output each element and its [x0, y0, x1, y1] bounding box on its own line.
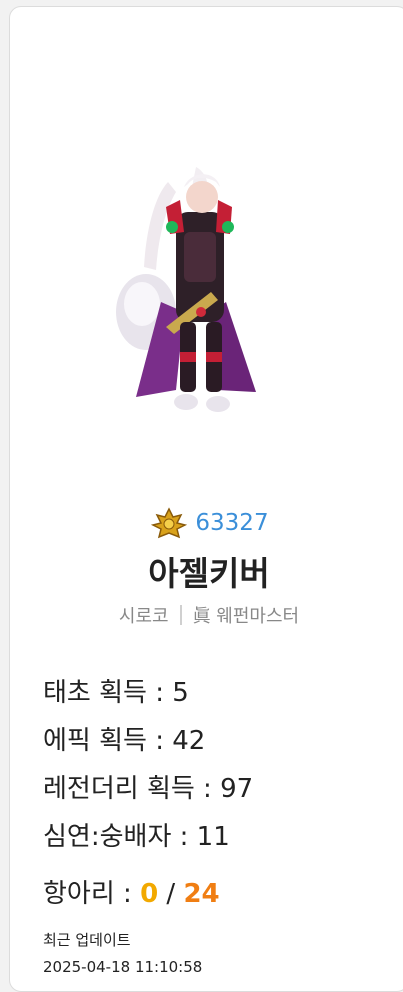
stat-legendary: 레전더리 획득 : 97 — [43, 774, 254, 804]
job-name: 眞 웨펀마스터 — [192, 606, 300, 627]
update-label: 최근 업데이트 — [43, 931, 131, 949]
stat-abyss: 심연:숭배자 : 11 — [43, 822, 230, 852]
stat-taecho: 태초 획득 : 5 — [43, 678, 189, 708]
fame-value: 63327 — [195, 510, 269, 536]
fame-laurel-icon — [151, 507, 188, 539]
character-card[interactable]: 63327 아젤키버 시로코 眞 웨펀마스터 태초 획득 : 5 에픽 획득 :… — [9, 6, 403, 992]
hang-label: 항아리 : — [43, 879, 141, 909]
character-name: 아젤키버 — [148, 554, 270, 593]
hang-max: 24 — [183, 879, 220, 909]
avatar-sprite-icon — [116, 167, 256, 412]
hang-current: 0 — [140, 879, 159, 909]
meta-divider — [179, 605, 182, 625]
stat-hang: 항아리 : 0 / 24 — [43, 869, 253, 919]
hang-sep: / — [158, 879, 184, 909]
fame-row: 63327 — [10, 505, 403, 541]
stats-list: 태초 획득 : 5 에픽 획득 : 42 레전더리 획득 : 97 심연:숭배자… — [43, 669, 253, 919]
server-name: 시로코 — [118, 606, 169, 627]
stat-epic: 에픽 획득 : 42 — [43, 726, 206, 756]
update-time: 2025-04-18 11:10:58 — [43, 958, 203, 976]
character-meta: 시로코 眞 웨펀마스터 — [10, 602, 403, 628]
